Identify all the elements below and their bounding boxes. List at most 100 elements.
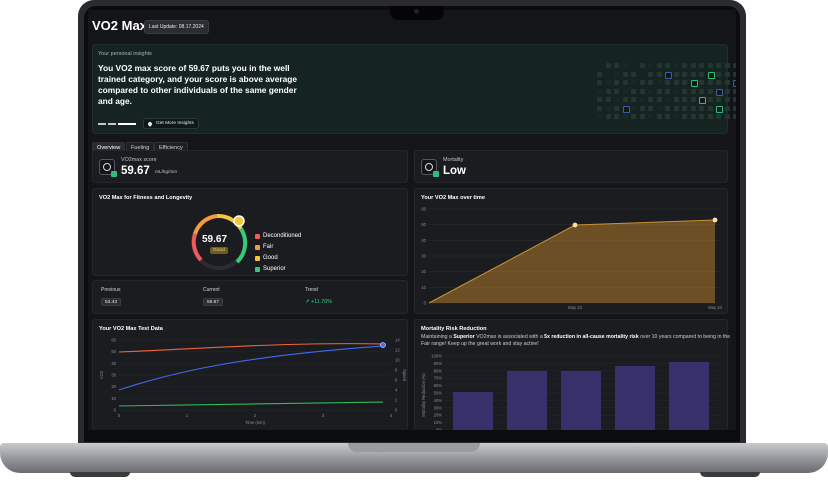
grid-square xyxy=(656,105,662,111)
legend-deconditioned: Deconditioned xyxy=(255,233,301,239)
grid-square xyxy=(656,97,662,102)
fitness-card: VO2 Max for Fitness and Longevity 59.67 … xyxy=(92,188,408,276)
previous-value: 53.43 xyxy=(101,298,122,306)
grid-square xyxy=(673,105,679,111)
y-axis-label: Mortality Reduction (%) xyxy=(421,373,426,417)
camera-icon xyxy=(414,9,419,14)
grid-square xyxy=(648,97,653,102)
y-tick-label: 30 xyxy=(421,254,426,259)
y2-tick-label: 2 xyxy=(395,398,398,403)
gauge-badge: Good xyxy=(210,247,228,254)
app-screen: VO2 Max Last Update: 08.17.2024 Your per… xyxy=(88,10,736,430)
y-tick-label: 80% xyxy=(434,368,443,373)
current-value: 59.67 xyxy=(203,298,224,306)
y-tick-label: 10 xyxy=(421,285,426,290)
y-tick-label: 60 xyxy=(111,338,116,343)
x-axis-label: Time (min) xyxy=(245,420,265,425)
grid-square xyxy=(648,80,653,85)
y-tick-label: 10% xyxy=(434,420,443,425)
insights-text: You VO2 max score of 59.67 puts you in t… xyxy=(98,63,298,106)
grid-square xyxy=(682,88,687,94)
grid-square xyxy=(724,71,730,77)
grid-square xyxy=(682,71,687,77)
gauge-value: 59.67 xyxy=(202,234,228,245)
grid-square xyxy=(682,105,687,111)
grid-square xyxy=(690,88,696,94)
grid-square xyxy=(733,114,736,119)
get-more-insights-button[interactable]: Get More Insights xyxy=(143,118,199,129)
data-point xyxy=(712,217,718,223)
page-title: VO2 Max xyxy=(92,18,147,33)
grid-square xyxy=(597,105,602,111)
grid-square xyxy=(724,63,730,68)
over-time-title: Your VO2 Max over time xyxy=(421,195,485,201)
insights-label: Your personal insights xyxy=(98,51,152,57)
y2-axis-label: Speed xyxy=(402,369,407,382)
bar xyxy=(561,371,601,430)
y-axis-label: VO2 xyxy=(99,370,104,379)
grid-square xyxy=(622,114,628,119)
grid-square xyxy=(690,63,696,68)
grid-square xyxy=(656,114,662,119)
grid-square xyxy=(699,88,704,94)
y-tick-label: 0 xyxy=(114,408,117,413)
grid-square xyxy=(656,71,662,77)
grid-square xyxy=(733,63,736,68)
grid-square xyxy=(631,71,636,77)
fitness-title: VO2 Max for Fitness and Longevity xyxy=(99,195,193,201)
carousel-indicator[interactable] xyxy=(98,123,138,125)
mortality-reduction-text: Maintaining a Superior VO2max is associa… xyxy=(421,334,731,347)
grid-square xyxy=(639,105,645,111)
grid-square xyxy=(605,105,611,111)
grid-square xyxy=(665,88,670,94)
bar xyxy=(615,366,655,430)
grid-square xyxy=(707,63,713,68)
data-point xyxy=(572,222,578,228)
grid-square xyxy=(614,105,619,111)
x-tick-label: 0 xyxy=(118,413,121,418)
x-tick-label: 3 xyxy=(322,413,325,418)
mortality-reduction-card: Mortality Risk Reduction Maintaining a S… xyxy=(414,319,731,430)
gauge-marker xyxy=(233,215,245,227)
grid-square xyxy=(665,105,670,111)
grid-square xyxy=(614,88,619,94)
pin-icon xyxy=(147,121,153,127)
mortality-card: Mortality Low xyxy=(414,150,728,183)
grid-square xyxy=(724,105,730,111)
grid-square xyxy=(716,80,721,85)
series-line-orange xyxy=(118,343,384,353)
grid-square xyxy=(614,97,619,102)
y-tick-label: 40 xyxy=(421,238,426,243)
grid-badge-icon xyxy=(707,71,715,79)
grid-square xyxy=(682,97,687,102)
grid-square xyxy=(631,88,636,94)
current-label: Current xyxy=(203,287,220,293)
grid-square xyxy=(656,63,662,68)
grid-square xyxy=(605,80,611,85)
grid-square xyxy=(631,114,636,119)
bar xyxy=(507,371,547,430)
grid-badge-icon xyxy=(690,80,698,87)
grid-square xyxy=(699,105,704,111)
grid-square xyxy=(648,88,653,94)
bar xyxy=(669,362,709,430)
laptop-foot-left xyxy=(70,472,130,477)
grid-square xyxy=(682,63,687,68)
get-more-insights-label: Get More Insights xyxy=(156,121,194,126)
grid-square xyxy=(733,71,736,77)
grid-square xyxy=(707,105,713,111)
y2-tick-label: 8 xyxy=(395,368,398,373)
grid-square xyxy=(639,88,645,94)
laptop-foot-right xyxy=(700,472,760,477)
grid-square xyxy=(614,71,619,77)
vo2max-score-value: 59.67 xyxy=(121,165,150,177)
grid-badge-icon xyxy=(622,105,630,113)
grid-square xyxy=(673,114,679,119)
grid-square xyxy=(665,63,670,68)
legend-superior: Superior xyxy=(255,266,286,272)
y-tick-label: 10 xyxy=(111,396,116,401)
x-tick-label: 4 xyxy=(390,413,393,418)
grid-square xyxy=(699,71,704,77)
grid-square xyxy=(597,71,602,77)
x-tick-label: May 23 xyxy=(568,305,582,310)
